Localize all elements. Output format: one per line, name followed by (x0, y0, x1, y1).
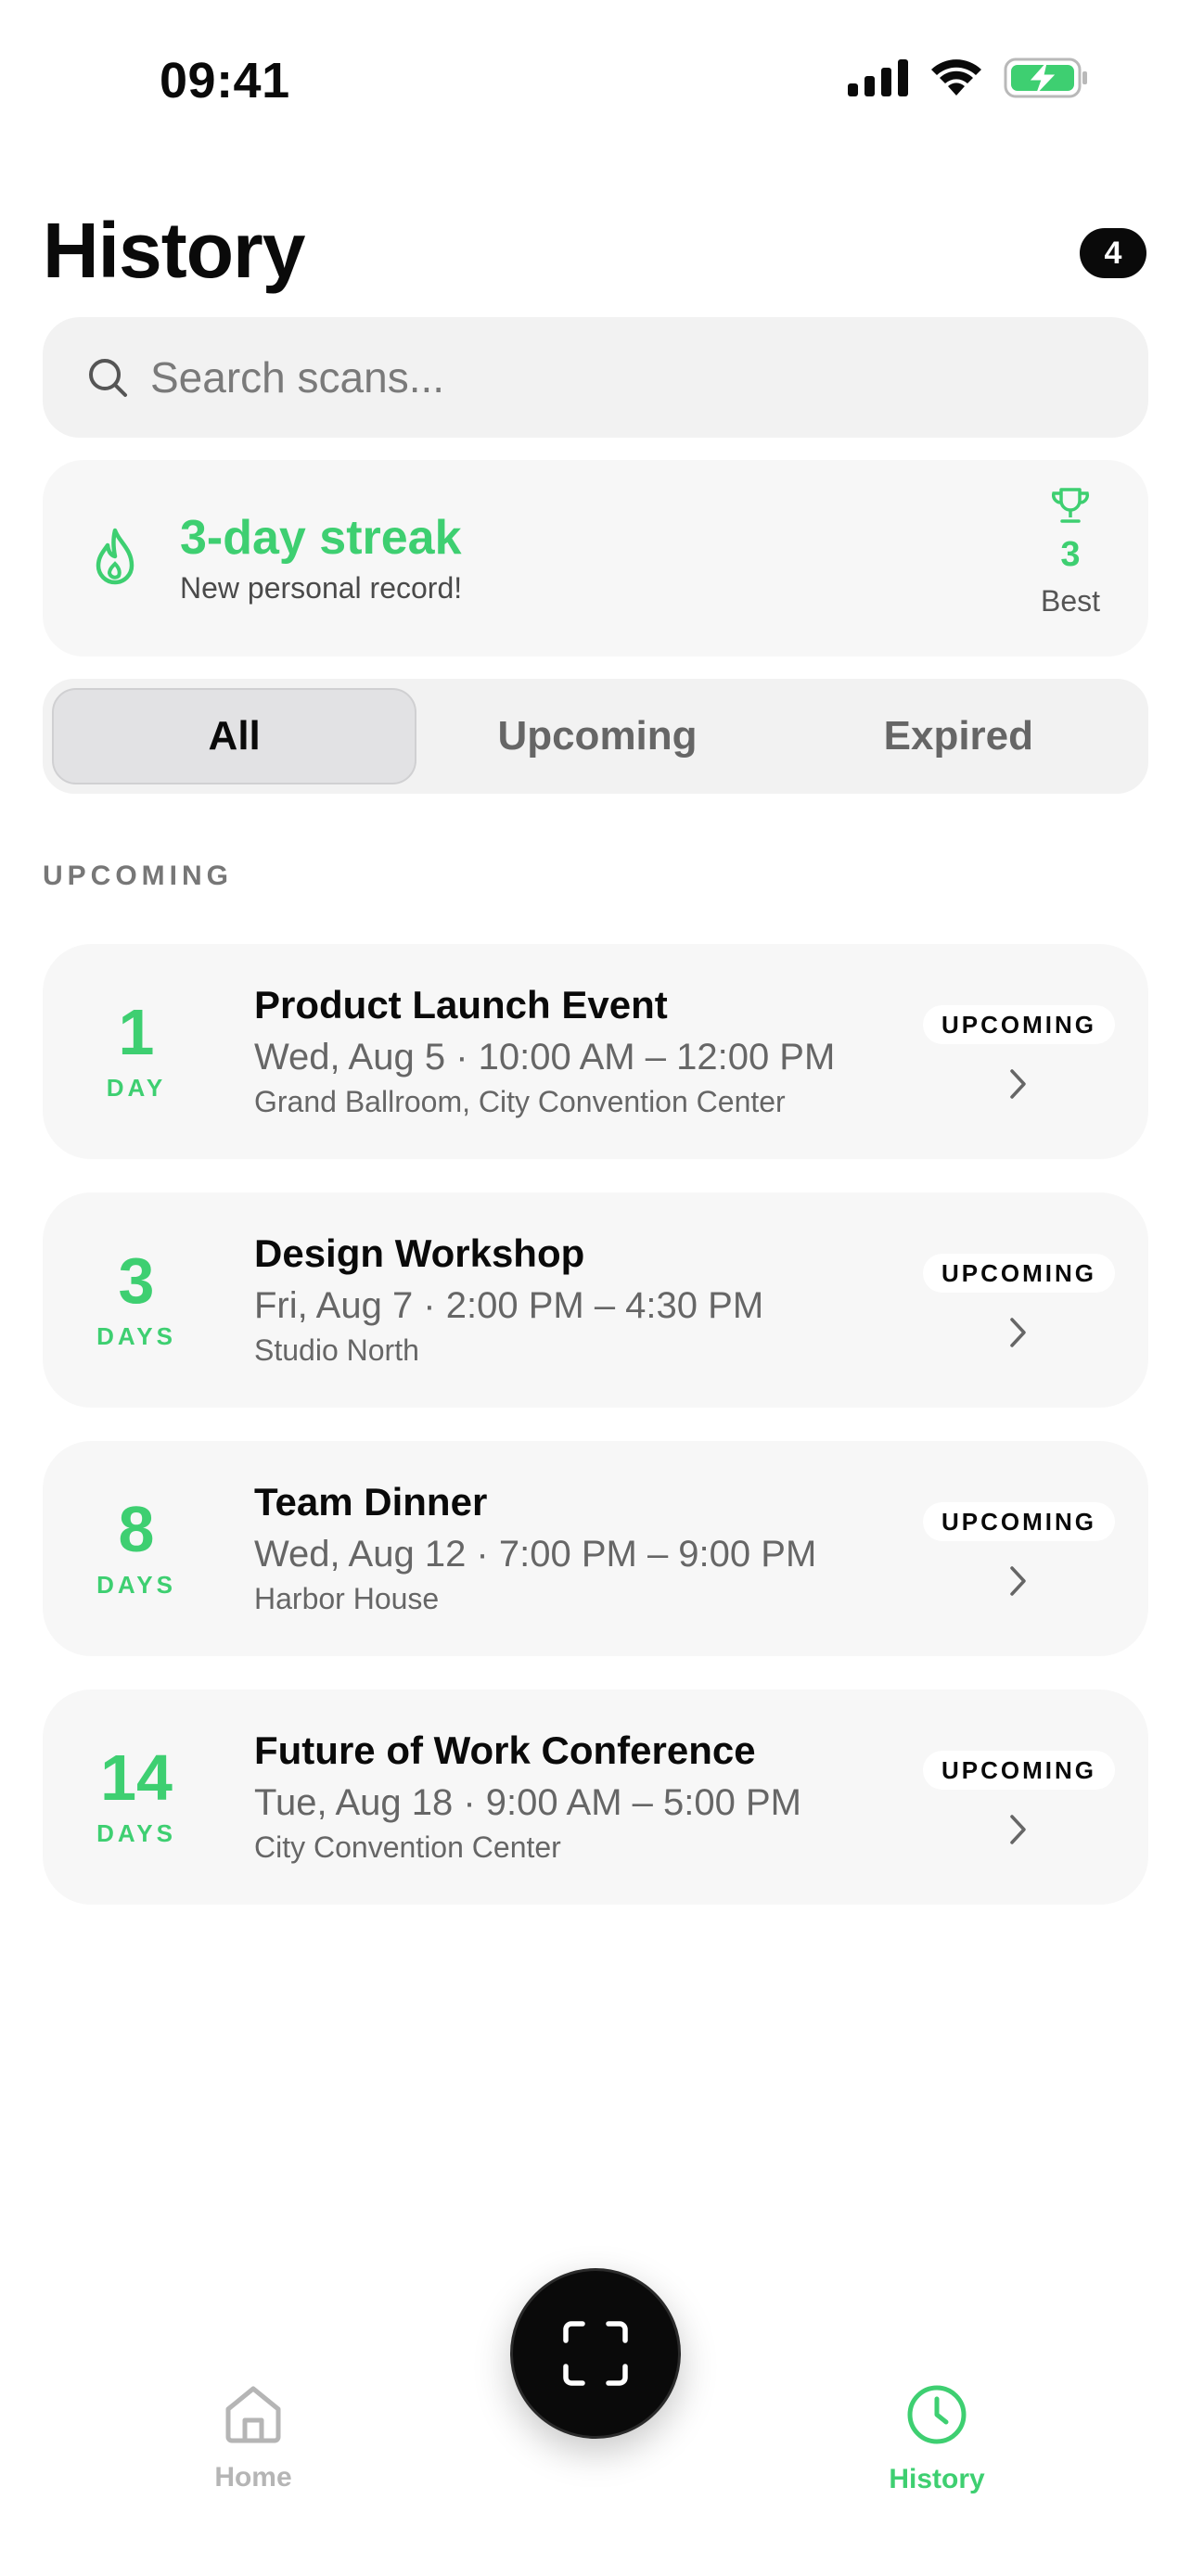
days-until: 14 DAYS (80, 1745, 193, 1848)
nav-home-label: Home (214, 2462, 292, 2493)
days-count: 8 (118, 1493, 155, 1565)
status-badge: UPCOMING (923, 1502, 1115, 1541)
cellular-signal-icon (848, 59, 908, 96)
status-icons (848, 57, 1089, 98)
event-venue: Harbor House (254, 1582, 440, 1615)
days-unit: DAYS (96, 1819, 176, 1847)
event-card-future-of-work[interactable]: 14 DAYS Future of Work Conference Tue, A… (43, 1690, 1148, 1905)
clock-icon (907, 2385, 967, 2444)
nav-home[interactable]: Home (160, 2383, 346, 2493)
event-time: Tue, Aug 18 · 9:00 AM – 5:00 PM (254, 1782, 801, 1823)
event-title: Team Dinner (254, 1480, 488, 1524)
filter-tabs: All Upcoming Expired (43, 679, 1148, 794)
chevron-right-icon (1010, 1566, 1026, 1596)
status-time: 09:41 (160, 53, 290, 108)
event-venue: Grand Ballroom, City Convention Center (254, 1085, 786, 1118)
event-venue: City Convention Center (254, 1830, 561, 1864)
tab-expired[interactable]: Expired (778, 688, 1139, 784)
event-time: Wed, Aug 12 · 7:00 PM – 9:00 PM (254, 1534, 817, 1575)
streak-best-value: 3 (1060, 535, 1081, 574)
tab-upcoming[interactable]: Upcoming (416, 688, 777, 784)
event-card-product-launch[interactable]: 1 DAY Product Launch Event Wed, Aug 5 · … (43, 944, 1148, 1159)
streak-best: 3 Best (1033, 486, 1108, 618)
days-count: 1 (118, 996, 155, 1068)
status-badge: UPCOMING (923, 1751, 1115, 1790)
event-list: 1 DAY Product Launch Event Wed, Aug 5 · … (43, 944, 1148, 1938)
event-card-design-workshop[interactable]: 3 DAYS Design Workshop Fri, Aug 7 · 2:00… (43, 1192, 1148, 1408)
trophy-icon (1052, 488, 1089, 523)
status-badge: UPCOMING (923, 1005, 1115, 1044)
home-icon (225, 2386, 281, 2443)
event-title: Future of Work Conference (254, 1728, 756, 1772)
days-until: 1 DAY (80, 1000, 193, 1103)
page-title: History (43, 207, 305, 294)
days-count: 3 (118, 1244, 155, 1317)
event-time: Fri, Aug 7 · 2:00 PM – 4:30 PM (254, 1285, 764, 1326)
event-time: Wed, Aug 5 · 10:00 AM – 12:00 PM (254, 1037, 836, 1078)
chevron-right-icon (1010, 1815, 1026, 1844)
streak-subtitle: New personal record! (180, 571, 463, 605)
search-input[interactable] (150, 352, 1078, 402)
scan-frame-icon (563, 2321, 628, 2386)
days-until: 3 DAYS (80, 1248, 193, 1351)
search-icon (89, 359, 127, 397)
days-count: 14 (100, 1741, 173, 1814)
streak-best-label: Best (1040, 584, 1101, 618)
nav-history[interactable]: History (844, 2383, 1030, 2495)
days-unit: DAYS (96, 1571, 176, 1599)
days-unit: DAY (106, 1074, 167, 1102)
event-venue: Studio North (254, 1333, 419, 1367)
chevron-right-icon (1010, 1069, 1026, 1099)
section-label: UPCOMING (43, 861, 233, 891)
chevron-right-icon (1010, 1318, 1026, 1347)
status-badge: UPCOMING (923, 1254, 1115, 1293)
nav-history-label: History (889, 2464, 985, 2494)
tab-all[interactable]: All (52, 688, 417, 784)
scan-button[interactable] (510, 2268, 681, 2439)
history-count-badge: 4 (1080, 228, 1146, 278)
event-title: Product Launch Event (254, 983, 668, 1027)
streak-card: 3-day streak New personal record! 3 Best (43, 460, 1148, 657)
flame-icon (96, 528, 134, 585)
event-card-team-dinner[interactable]: 8 DAYS Team Dinner Wed, Aug 12 · 7:00 PM… (43, 1441, 1148, 1656)
days-unit: DAYS (96, 1322, 176, 1350)
event-title: Design Workshop (254, 1231, 585, 1275)
search-bar[interactable] (43, 317, 1148, 438)
wifi-icon (931, 59, 981, 96)
days-until: 8 DAYS (80, 1497, 193, 1600)
streak-title: 3-day streak (180, 511, 462, 565)
battery-charging-icon (1004, 57, 1087, 98)
status-bar: 09:41 (0, 0, 1191, 139)
